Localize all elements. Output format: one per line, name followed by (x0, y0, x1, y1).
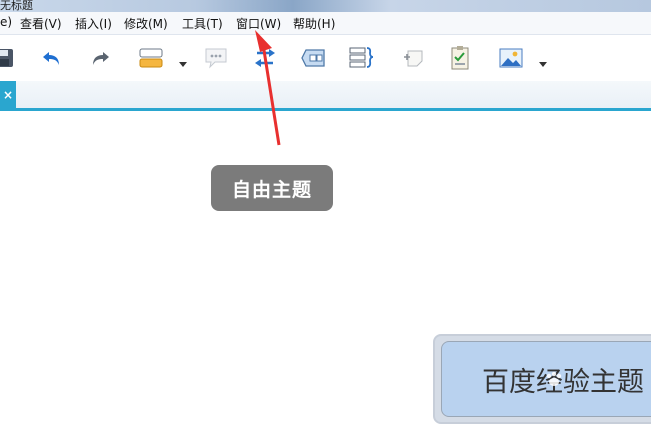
menu-modify[interactable]: 修改(M) (124, 15, 168, 32)
relationship-icon[interactable] (250, 43, 280, 73)
summary-icon[interactable] (346, 43, 376, 73)
task-icon[interactable] (445, 43, 475, 73)
menu-view[interactable]: 查看(V) (20, 15, 62, 32)
watermark-paw-icon (546, 371, 562, 386)
callout-icon[interactable] (201, 43, 231, 73)
tab-close-button[interactable]: × (0, 81, 16, 109)
save-icon[interactable] (0, 43, 18, 73)
insert-topic-icon[interactable] (398, 43, 428, 73)
menu-bar: e) 查看(V) 插入(I) 修改(M) 工具(T) 窗口(W) 帮助(H) (0, 12, 651, 35)
topic-style-dropdown-icon[interactable] (179, 53, 187, 67)
menu-insert[interactable]: 插入(I) (75, 15, 112, 32)
topic-style-icon[interactable] (136, 43, 166, 73)
boundary-icon[interactable] (299, 43, 329, 73)
floating-topic[interactable]: 自由主题 (211, 165, 333, 211)
image-icon[interactable] (496, 43, 526, 73)
menu-help[interactable]: 帮助(H) (293, 15, 335, 32)
window-title: 无标题 (0, 0, 33, 12)
menu-tools[interactable]: 工具(T) (182, 15, 223, 32)
tab-bar: × (0, 81, 651, 109)
title-bar: 无标题 (0, 0, 651, 12)
image-dropdown-icon[interactable] (539, 53, 547, 67)
toolbar (0, 35, 651, 81)
menu-edit[interactable]: e) (0, 15, 12, 29)
menu-window[interactable]: 窗口(W) (236, 15, 281, 32)
redo-icon[interactable] (85, 43, 115, 73)
undo-icon[interactable] (37, 43, 67, 73)
